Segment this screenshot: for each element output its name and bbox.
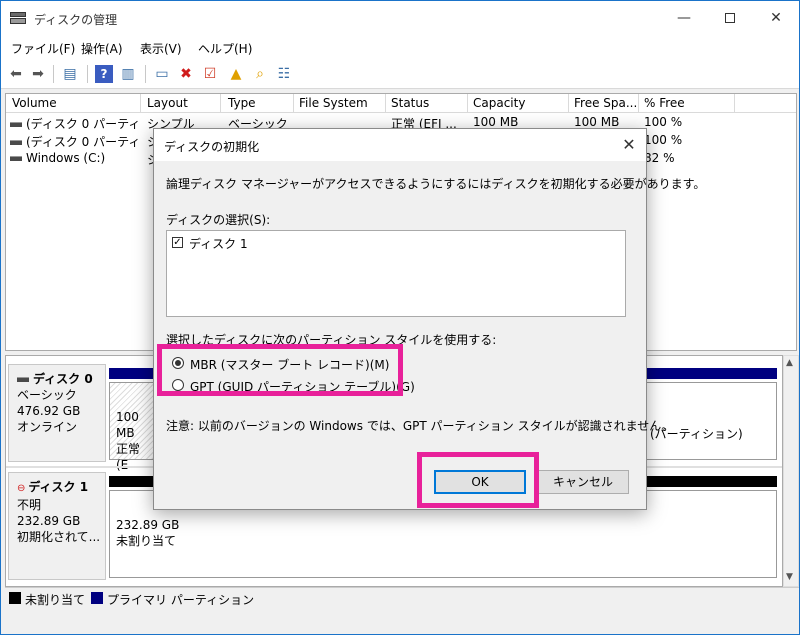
up-folder-icon[interactable]: ▲	[227, 65, 245, 83]
disk-select-list[interactable]: ✓ ディスク 1	[166, 230, 626, 317]
column-divider[interactable]	[140, 94, 141, 113]
disk-1-name: ディスク 1	[28, 480, 89, 494]
column-capacity[interactable]: Capacity	[473, 96, 525, 110]
volume-name-cell: (ディスク 0 パーティシ...	[10, 115, 140, 132]
column-divider[interactable]	[568, 94, 569, 113]
drive-icon	[10, 156, 22, 161]
legend-bar: 未割り当て プライマリ パーティション	[5, 587, 799, 607]
column-divider[interactable]	[220, 94, 221, 113]
vertical-scrollbar[interactable]: ▲ ▼	[783, 355, 799, 587]
menu-action[interactable]: 操作(A)	[81, 40, 123, 57]
dialog-close-button[interactable]: ✕	[616, 133, 642, 157]
properties-icon[interactable]: ☷	[275, 65, 293, 83]
drive-icon	[10, 140, 22, 145]
disk-1-type: 不明	[17, 498, 42, 512]
menu-view[interactable]: 表示(V)	[140, 40, 182, 57]
partition-style-highlight	[157, 344, 403, 396]
column-file-system[interactable]: File System	[299, 96, 368, 110]
capacity-cell: 100 MB	[473, 115, 519, 129]
minimize-button[interactable]: —	[661, 1, 707, 35]
column-divider[interactable]	[734, 94, 735, 113]
connect-drive-icon[interactable]: ▭	[153, 65, 171, 83]
disk-1-state: 初期化されて...	[17, 530, 101, 544]
disk-0-name: ディスク 0	[33, 372, 93, 386]
delete-icon[interactable]: ✖	[177, 65, 195, 83]
forward-arrow-icon[interactable]: ➡	[29, 65, 47, 83]
initialize-disk-dialog: ディスクの初期化 ✕ 論理ディスク マネージャーがアクセスできるようにするにはデ…	[153, 128, 705, 510]
search-folder-icon[interactable]: ⌕	[251, 65, 269, 83]
scroll-down-icon[interactable]: ▼	[786, 572, 793, 582]
disk-1-label[interactable]: ⊖ ディスク 1 不明 232.89 GB 初期化されて...	[8, 472, 106, 580]
disk-0-size: 476.92 GB	[17, 404, 81, 418]
toolbar: ⬅ ➡ ▤ ? ▥ ▭ ✖ ☑ ▲ ⌕ ☷	[1, 59, 799, 89]
menu-help[interactable]: ヘルプ(H)	[198, 40, 252, 57]
ok-button-highlight	[417, 452, 539, 508]
drive-icon	[10, 122, 22, 127]
disk-0-label[interactable]: ディスク 0 ベーシック 476.92 GB オンライン	[8, 364, 106, 462]
console-tree-icon[interactable]: ▤	[61, 65, 79, 83]
volume-list-header: Volume Layout Type File System Status Ca…	[6, 94, 796, 113]
column-layout[interactable]: Layout	[147, 96, 188, 110]
partition-size: 100 MB	[116, 410, 139, 440]
unallocated-swatch	[9, 592, 21, 604]
column-status[interactable]: Status	[391, 96, 429, 110]
efi-partition-block[interactable]: 100 MB 正常 (E	[109, 382, 157, 472]
disk-1-title: ⊖ ディスク 1	[17, 479, 105, 497]
disk-0-title: ディスク 0	[17, 371, 105, 387]
column-divider[interactable]	[385, 94, 386, 113]
partition-status: 正常 (E	[116, 442, 141, 472]
error-icon: ⊖	[17, 483, 26, 494]
dialog-title: ディスクの初期化	[164, 140, 260, 154]
column-type[interactable]: Type	[228, 96, 256, 110]
check-icon[interactable]: ☑	[201, 65, 219, 83]
disk-1-size: 232.89 GB	[17, 514, 81, 528]
column-divider[interactable]	[293, 94, 294, 113]
compatibility-note: 注意: 以前のバージョンの Windows では、GPT パーティション スタイ…	[166, 419, 674, 433]
window-title: ディスクの管理	[34, 13, 118, 27]
unallocated-legend-label: 未割り当て	[25, 593, 86, 607]
percent-free-cell: 82 %	[644, 151, 675, 165]
disk-0-state: オンライン	[17, 420, 78, 434]
volume-name: (ディスク 0 パーティシ...	[26, 135, 140, 149]
disk-1-checkbox[interactable]: ✓	[172, 237, 183, 248]
column-free-space[interactable]: Free Spa...	[574, 96, 637, 110]
unallocated-status: 未割り当て	[116, 534, 177, 548]
volume-name: Windows (C:)	[26, 151, 106, 165]
dialog-title-bar: ディスクの初期化 ✕	[154, 129, 646, 161]
maximize-button[interactable]	[707, 1, 753, 35]
volume-name: (ディスク 0 パーティシ...	[26, 117, 140, 131]
toolbar-separator	[53, 65, 54, 83]
primary-partition-legend-label: プライマリ パーティション	[107, 593, 255, 607]
unallocated-size: 232.89 GB	[116, 518, 180, 532]
toolbar-separator	[87, 65, 88, 83]
action-pane-icon[interactable]: ▥	[119, 65, 137, 83]
disk-0-type: ベーシック	[17, 388, 77, 402]
column-percent-free[interactable]: % Free	[644, 96, 685, 110]
menu-file[interactable]: ファイル(F)	[11, 40, 75, 57]
scroll-up-icon[interactable]: ▲	[786, 358, 793, 368]
column-divider[interactable]	[638, 94, 639, 113]
volume-name-cell: Windows (C:)	[10, 151, 140, 165]
disk-management-window: ディスクの管理 — ✕ ファイル(F) 操作(A) 表示(V) ヘルプ(H) ⬅…	[0, 0, 800, 635]
disk-select-label: ディスクの選択(S):	[166, 213, 271, 227]
maximize-icon	[725, 13, 735, 23]
percent-free-cell: 100 %	[644, 115, 683, 129]
percent-free-cell: 100 %	[644, 133, 683, 147]
menu-bar: ファイル(F) 操作(A) 表示(V) ヘルプ(H)	[1, 35, 799, 59]
disk-icon	[17, 377, 29, 382]
disk-1-item-label: ディスク 1	[189, 237, 248, 251]
close-button[interactable]: ✕	[753, 1, 799, 35]
free-space-cell: 100 MB	[574, 115, 620, 129]
help-icon[interactable]: ?	[95, 65, 113, 83]
cancel-button[interactable]: キャンセル	[537, 470, 629, 494]
column-divider[interactable]	[467, 94, 468, 113]
volume-name-cell: (ディスク 0 パーティシ...	[10, 133, 140, 150]
toolbar-separator	[145, 65, 146, 83]
dialog-intro-text: 論理ディスク マネージャーがアクセスできるようにするにはディスクを初期化する必要…	[166, 177, 706, 191]
primary-partition-swatch	[91, 592, 103, 604]
title-bar: ディスクの管理 — ✕	[1, 1, 799, 35]
column-volume[interactable]: Volume	[12, 96, 57, 110]
back-arrow-icon[interactable]: ⬅	[7, 65, 25, 83]
disk-management-icon	[10, 12, 26, 24]
